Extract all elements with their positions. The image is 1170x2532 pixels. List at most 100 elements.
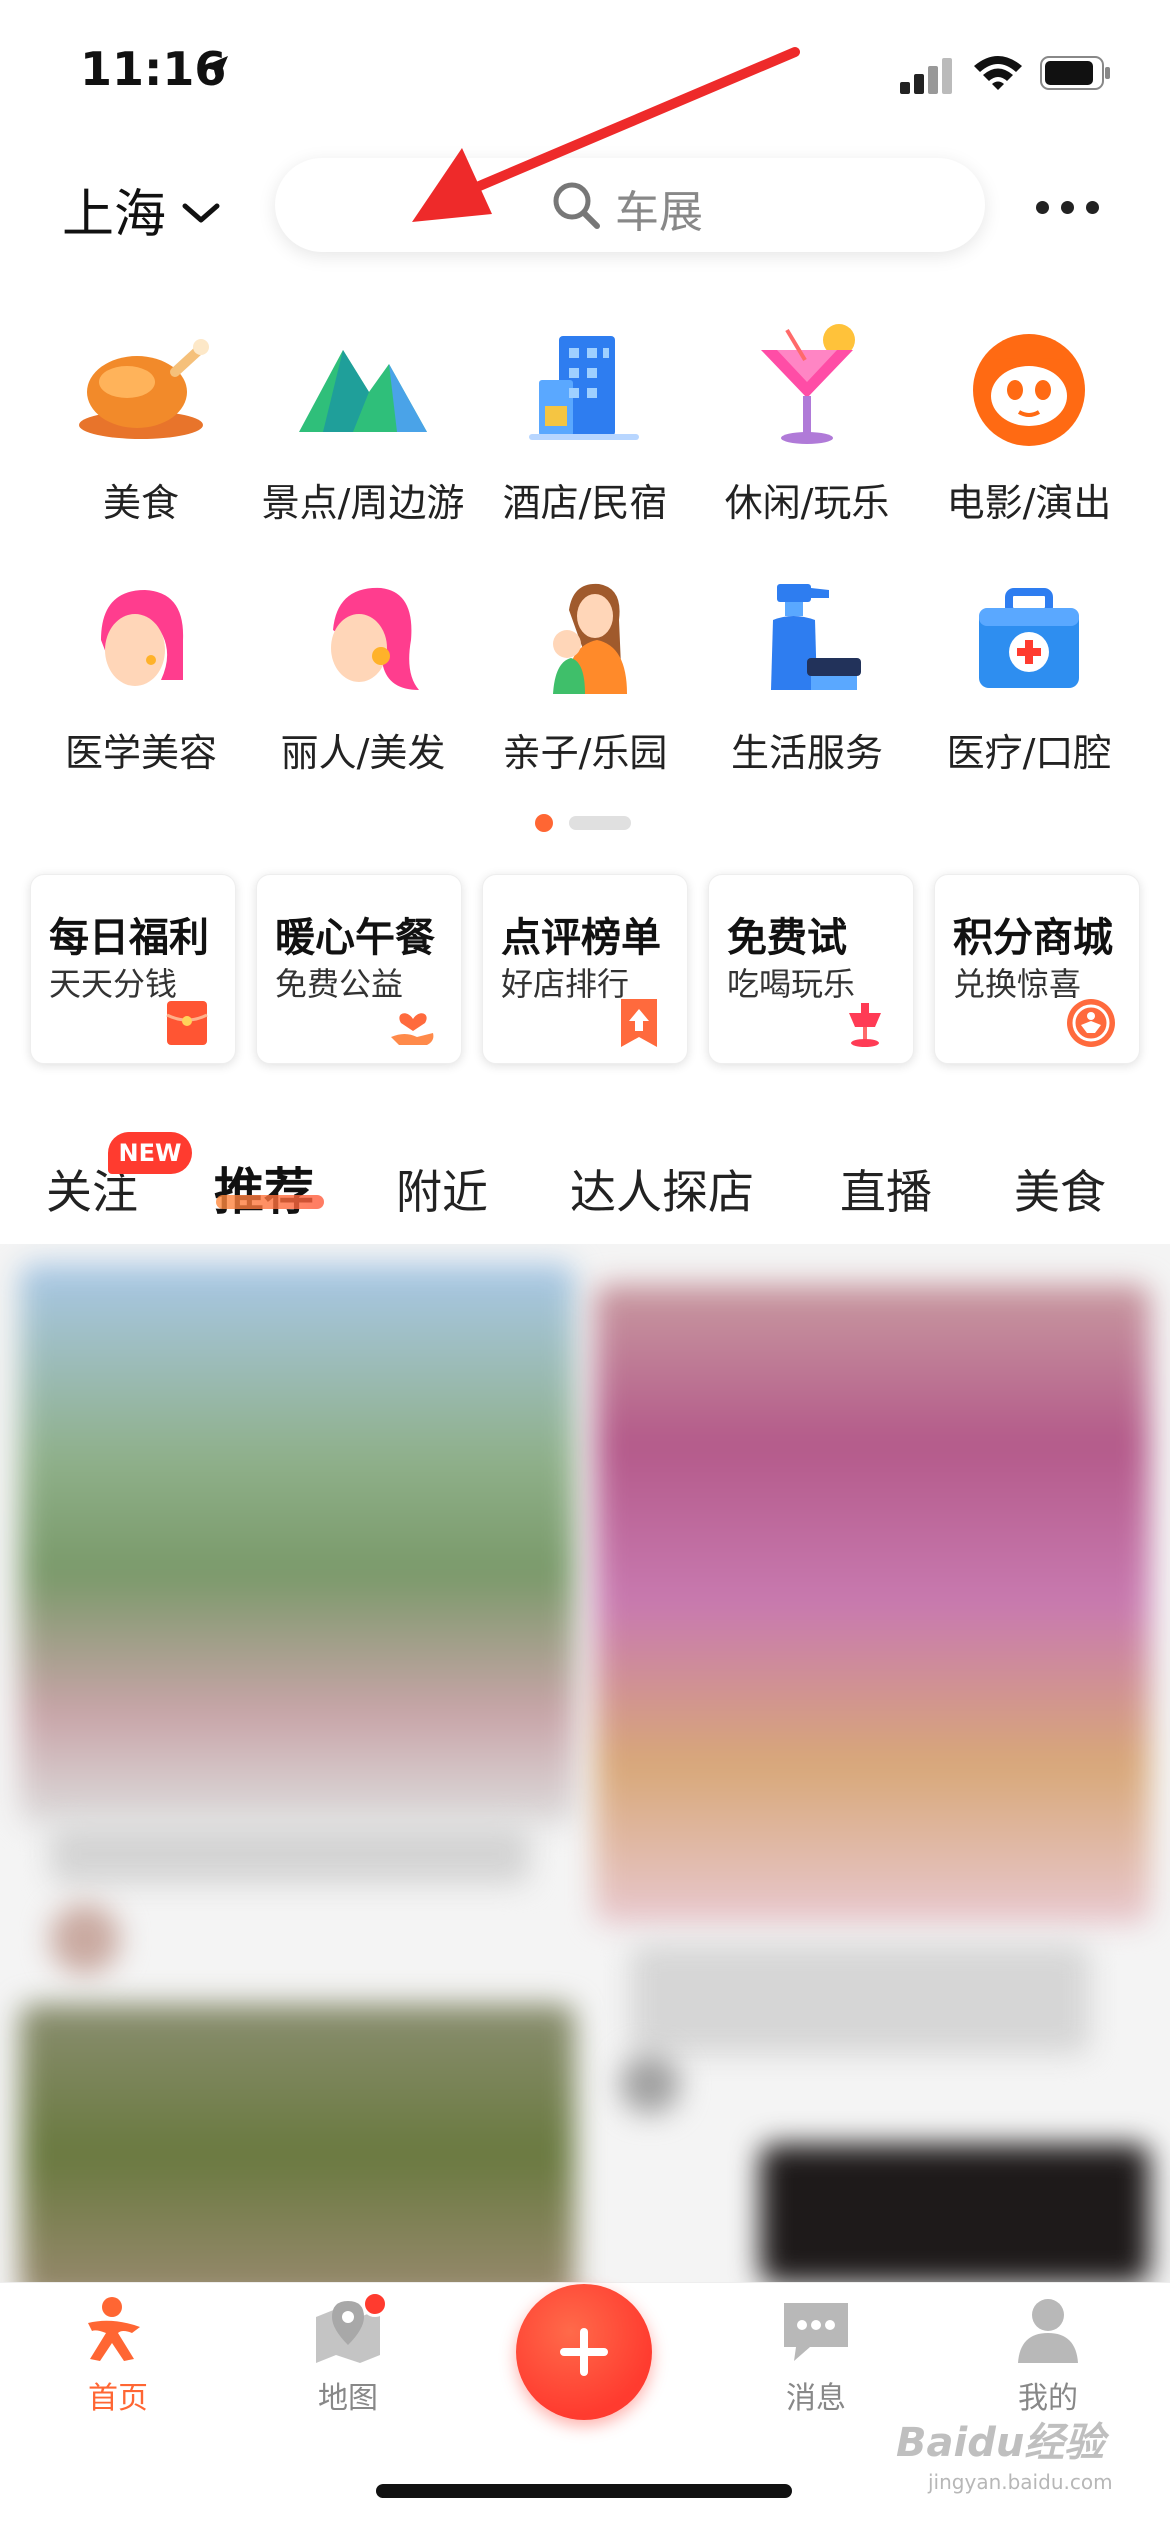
cat-face-icon (959, 320, 1099, 460)
woman-face-icon (71, 570, 211, 710)
promo-title: 每日福利 (49, 915, 209, 961)
more-options-button[interactable] (1036, 195, 1100, 219)
mother-child-icon (515, 570, 655, 710)
nav-label: 消息 (786, 2381, 846, 2416)
user-profile-icon (1012, 2293, 1084, 2365)
points-mall-icon (1067, 999, 1115, 1047)
page-dot-active (535, 814, 553, 832)
promo-card-free-trial[interactable]: 免费试 吃喝玩乐 (708, 874, 914, 1064)
home-person-icon (82, 2293, 154, 2365)
app-screen: 11:16 上海 车展 美食 景点/周边游 酒店/民宿 休闲/玩乐 电影/演出 … (0, 0, 1170, 2532)
dessert-stand-icon (849, 1003, 881, 1047)
location-arrow-icon (202, 56, 228, 82)
tab-nearby[interactable]: 附近 (396, 1156, 488, 1222)
promo-subtitle: 免费公益 (275, 965, 404, 1003)
category-medical-beauty[interactable]: 医学美容 (30, 570, 252, 820)
promo-row: 每日福利 天天分钱 暖心午餐 免费公益 点评榜单 好店排行 免费试 吃喝玩乐 积… (30, 874, 1140, 1064)
cocktail-icon (737, 320, 877, 460)
feed-card-image[interactable] (760, 2144, 1150, 2284)
home-indicator (376, 2484, 792, 2498)
promo-subtitle: 好店排行 (501, 965, 630, 1003)
map-pin-icon (312, 2291, 388, 2365)
feed-card-image[interactable] (20, 2004, 575, 2284)
city-selector[interactable]: 上海 (62, 172, 220, 247)
category-label: 医学美容 (64, 731, 217, 775)
search-bar[interactable]: 车展 (275, 158, 985, 252)
category-movie[interactable]: 电影/演出 (918, 320, 1140, 570)
promo-card-points-mall[interactable]: 积分商城 兑换惊喜 (934, 874, 1140, 1064)
roast-chicken-icon (71, 320, 211, 460)
category-label: 景点/周边游 (261, 481, 465, 525)
nav-home[interactable]: 首页 (48, 2293, 188, 2417)
category-medical[interactable]: 医疗/口腔 (918, 570, 1140, 820)
category-food[interactable]: 美食 (30, 320, 252, 570)
chevron-down-icon (182, 203, 220, 222)
city-label: 上海 (62, 185, 167, 245)
chat-bubble-icon (780, 2293, 852, 2365)
category-grid: 美食 景点/周边游 酒店/民宿 休闲/玩乐 电影/演出 医学美容 丽人/美发 亲… (0, 320, 1170, 820)
category-label: 丽人/美发 (280, 731, 446, 775)
tab-influencer[interactable]: 达人探店 (570, 1156, 754, 1222)
category-label: 生活服务 (730, 731, 883, 775)
nav-label: 地图 (318, 2381, 378, 2416)
feed-card-image[interactable] (595, 1284, 1150, 1924)
page-dot-inactive (569, 816, 631, 830)
ranking-bookmark-icon (621, 999, 657, 1047)
category-scenic[interactable]: 景点/周边游 (252, 320, 474, 570)
promo-subtitle: 兑换惊喜 (953, 965, 1082, 1003)
new-badge: NEW (108, 1132, 192, 1174)
category-label: 美食 (102, 481, 179, 525)
feed-card-image[interactable] (20, 1264, 575, 1824)
promo-card-daily-welfare[interactable]: 每日福利 天天分钱 (30, 874, 236, 1064)
category-hotel[interactable]: 酒店/民宿 (474, 320, 696, 570)
page-indicator (535, 812, 635, 832)
category-kids[interactable]: 亲子/乐园 (474, 570, 696, 820)
content-feed[interactable] (0, 1244, 1170, 2284)
search-placeholder: 车展 (615, 187, 703, 238)
hotel-building-icon (515, 320, 655, 460)
promo-title: 积分商城 (953, 915, 1113, 961)
woman-hair-icon (293, 570, 433, 710)
battery-icon (1040, 56, 1110, 90)
promo-title: 暖心午餐 (275, 915, 435, 961)
mountain-icon (293, 320, 433, 460)
status-bar: 11:16 (0, 0, 1170, 150)
wifi-icon (974, 56, 1022, 90)
watermark: Baidu经验 (896, 2420, 1105, 2466)
red-envelope-icon (166, 1001, 208, 1045)
tab-food[interactable]: 美食 (1014, 1156, 1106, 1222)
tab-live[interactable]: 直播 (840, 1156, 932, 1222)
category-beauty-hair[interactable]: 丽人/美发 (252, 570, 474, 820)
search-icon (553, 182, 600, 229)
tab-recommend[interactable]: 推荐 (214, 1152, 314, 1224)
publish-plus-button[interactable] (516, 2284, 652, 2420)
notification-dot (362, 2291, 388, 2317)
promo-card-rankings[interactable]: 点评榜单 好店排行 (482, 874, 688, 1064)
feed-card-title (630, 1944, 1090, 2054)
category-label: 电影/演出 (946, 481, 1112, 525)
feed-card-author (620, 2054, 680, 2114)
category-life-service[interactable]: 生活服务 (696, 570, 918, 820)
nav-map[interactable]: 地图 (278, 2291, 418, 2417)
heart-hand-icon (391, 1013, 434, 1045)
category-leisure[interactable]: 休闲/玩乐 (696, 320, 918, 570)
feed-card-title (50, 1824, 530, 1884)
promo-subtitle: 天天分钱 (49, 965, 178, 1003)
category-label: 休闲/玩乐 (724, 481, 890, 525)
spray-bottle-icon (737, 570, 877, 710)
promo-subtitle: 吃喝玩乐 (727, 965, 856, 1003)
category-label: 酒店/民宿 (502, 481, 668, 525)
category-label: 亲子/乐园 (502, 731, 668, 775)
nav-label: 首页 (88, 2381, 148, 2416)
feed-card-author (50, 1904, 120, 1974)
promo-title: 免费试 (727, 915, 847, 961)
active-tab-indicator (216, 1195, 324, 1209)
watermark-url: jingyan.baidu.com (928, 2470, 1113, 2494)
nav-messages[interactable]: 消息 (746, 2293, 886, 2417)
medical-kit-icon (959, 570, 1099, 710)
cellular-signal-icon (900, 58, 952, 94)
nav-profile[interactable]: 我的 (978, 2293, 1118, 2417)
promo-card-warm-lunch[interactable]: 暖心午餐 免费公益 (256, 874, 462, 1064)
category-label: 医疗/口腔 (946, 731, 1112, 775)
promo-title: 点评榜单 (501, 915, 661, 961)
